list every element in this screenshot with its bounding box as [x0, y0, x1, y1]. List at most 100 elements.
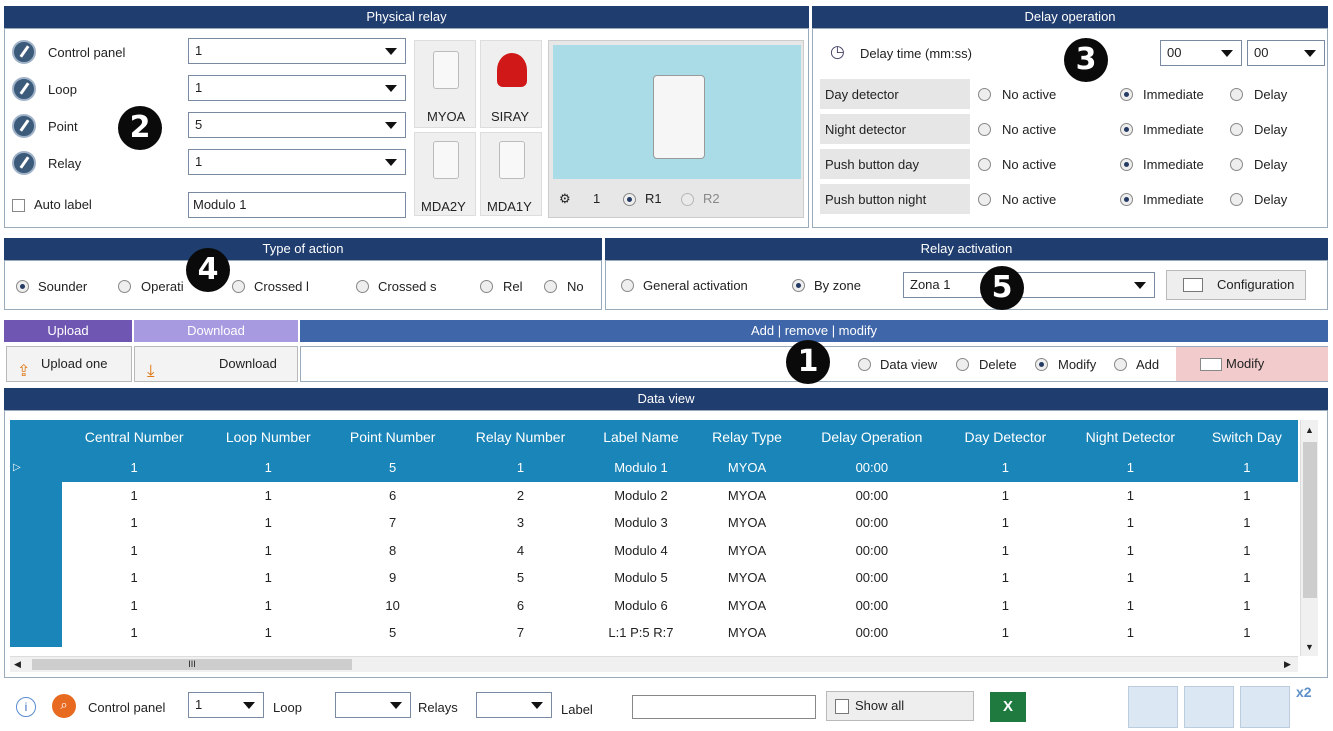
split-columns-icon[interactable] [1184, 686, 1234, 728]
delay-opt1-radio[interactable] [978, 193, 991, 206]
table-row[interactable]: 1 1 7 3 Modulo 3 MYOA 00:00 1 1 1 [10, 509, 1298, 537]
footer-relays-select[interactable] [476, 692, 552, 718]
scroll-left-arrow-icon[interactable]: ◀ [14, 659, 21, 670]
delay-opt1-radio[interactable] [978, 123, 991, 136]
action-option-radio[interactable] [356, 280, 369, 293]
info-icon[interactable]: i [16, 697, 36, 717]
column-header[interactable]: Relay Type [696, 420, 798, 454]
arm-option-radio[interactable] [1035, 358, 1048, 371]
row-header[interactable] [10, 591, 62, 619]
delay-opt1-radio[interactable] [978, 158, 991, 171]
horizontal-scroll-thumb[interactable]: III [32, 659, 352, 670]
auto-label-input[interactable]: Modulo 1 [188, 192, 406, 218]
delay-ss-select[interactable]: 00 [1247, 40, 1325, 66]
delay-row-label: Day detector [825, 87, 899, 102]
scroll-up-arrow-icon[interactable]: ▲ [1305, 425, 1314, 435]
column-header[interactable]: Night Detector [1065, 420, 1196, 454]
footer-control-panel-select[interactable]: 1 [188, 692, 264, 718]
modify-action-button[interactable]: Modify [1176, 347, 1328, 381]
device-tile-siray[interactable]: SIRAY [480, 40, 542, 128]
excel-export-icon[interactable]: X [990, 692, 1026, 722]
delay-opt1-radio[interactable] [978, 88, 991, 101]
row-header[interactable] [10, 564, 62, 592]
action-option-radio[interactable] [480, 280, 493, 293]
configuration-button[interactable]: Configuration [1166, 270, 1306, 300]
vertical-scroll-thumb[interactable] [1303, 442, 1317, 598]
column-header[interactable]: Point Number [330, 420, 456, 454]
module-icon [499, 141, 525, 179]
r1-radio[interactable] [623, 193, 636, 206]
device-tile-myoa[interactable]: MYOA [414, 40, 476, 128]
scroll-right-arrow-icon[interactable]: ▶ [1284, 659, 1291, 670]
delay-opt3-radio[interactable] [1230, 193, 1243, 206]
column-header[interactable]: Relay Number [455, 420, 586, 454]
device-tile-mda1y[interactable]: MDA1Y [480, 132, 542, 216]
arm-option-radio[interactable] [858, 358, 871, 371]
column-header[interactable]: Loop Number [206, 420, 331, 454]
column-header[interactable]: Label Name [585, 420, 697, 454]
action-option-radio[interactable] [232, 280, 245, 293]
delay-opt2-radio[interactable] [1120, 193, 1133, 206]
column-header[interactable]: Switch Day [1195, 420, 1298, 454]
table-row[interactable]: 1 1 10 6 Modulo 6 MYOA 00:00 1 1 1 [10, 591, 1298, 619]
action-option-radio[interactable] [16, 280, 29, 293]
control-panel-edit-icon[interactable] [12, 40, 36, 64]
delay-opt3-radio[interactable] [1230, 88, 1243, 101]
table-row[interactable]: 1 1 5 7 L:1 P:5 R:7 MYOA 00:00 1 1 1 [10, 619, 1298, 647]
action-option-radio[interactable] [118, 280, 131, 293]
split-rows-icon[interactable] [1240, 686, 1290, 728]
relay-edit-icon[interactable] [12, 151, 36, 175]
control-panel-select[interactable]: 1 [188, 38, 406, 64]
relay-select[interactable]: 1 [188, 149, 406, 175]
action-option-label: Crossed s [378, 279, 437, 294]
row-header[interactable] [10, 509, 62, 537]
row-header[interactable] [10, 481, 62, 509]
row-header[interactable] [10, 536, 62, 564]
auto-label-checkbox[interactable] [12, 199, 25, 212]
delay-opt3-radio[interactable] [1230, 123, 1243, 136]
table-row[interactable]: 1 1 9 5 Modulo 5 MYOA 00:00 1 1 1 [10, 564, 1298, 592]
download-button[interactable]: ⤓ Download [134, 346, 298, 382]
delay-opt2-radio[interactable] [1120, 123, 1133, 136]
scroll-down-arrow-icon[interactable]: ▼ [1305, 642, 1314, 652]
expand-all-icon[interactable] [1128, 686, 1178, 728]
table-cell: 6 [516, 597, 525, 613]
delay-opt2-radio[interactable] [1120, 88, 1133, 101]
upload-one-button[interactable]: ⇪ Upload one [6, 346, 132, 382]
column-header[interactable]: Delay Operation [797, 420, 946, 454]
preview-tool-icon[interactable]: ⚙ [559, 191, 571, 207]
arm-option-radio[interactable] [956, 358, 969, 371]
table-cell: 9 [389, 570, 397, 586]
arm-option-radio[interactable] [1114, 358, 1127, 371]
horizontal-scrollbar[interactable]: ◀ III ▶ [10, 656, 1298, 672]
point-edit-icon[interactable] [12, 114, 36, 138]
table-cell: 1 [1001, 597, 1009, 613]
r2-radio[interactable] [681, 193, 694, 206]
search-icon[interactable]: ⌕ [52, 694, 76, 718]
table-cell: 7 [516, 625, 525, 641]
zone-select[interactable]: Zona 1 [903, 272, 1155, 298]
table-cell: 1 [130, 597, 138, 613]
delay-opt2-radio[interactable] [1120, 158, 1133, 171]
footer-relays-label: Relays [418, 700, 458, 715]
point-select[interactable]: 5 [188, 112, 406, 138]
vertical-scrollbar[interactable]: ▲ ▼ [1300, 420, 1318, 656]
column-header[interactable]: Central Number [62, 420, 207, 454]
general-activation-radio[interactable] [621, 279, 634, 292]
row-header[interactable]: ▷ [10, 454, 62, 482]
column-header[interactable]: Day Detector [945, 420, 1065, 454]
action-option-radio[interactable] [544, 280, 557, 293]
loop-select[interactable]: 1 [188, 75, 406, 101]
table-row[interactable]: 1 1 6 2 Modulo 2 MYOA 00:00 1 1 1 [10, 481, 1298, 509]
delay-opt3-radio[interactable] [1230, 158, 1243, 171]
show-all-button[interactable]: Show all [826, 691, 974, 721]
loop-edit-icon[interactable] [12, 77, 36, 101]
row-header[interactable] [10, 619, 62, 647]
table-row[interactable]: ▷ 1 1 5 1 Modulo 1 MYOA 00:00 1 1 1 [10, 454, 1298, 482]
footer-loop-select[interactable] [335, 692, 411, 718]
footer-label-input[interactable] [632, 695, 816, 719]
device-tile-mda2y[interactable]: MDA2Y [414, 132, 476, 216]
by-zone-radio[interactable] [792, 279, 805, 292]
delay-mm-select[interactable]: 00 [1160, 40, 1242, 66]
table-row[interactable]: 1 1 8 4 Modulo 4 MYOA 00:00 1 1 1 [10, 536, 1298, 564]
